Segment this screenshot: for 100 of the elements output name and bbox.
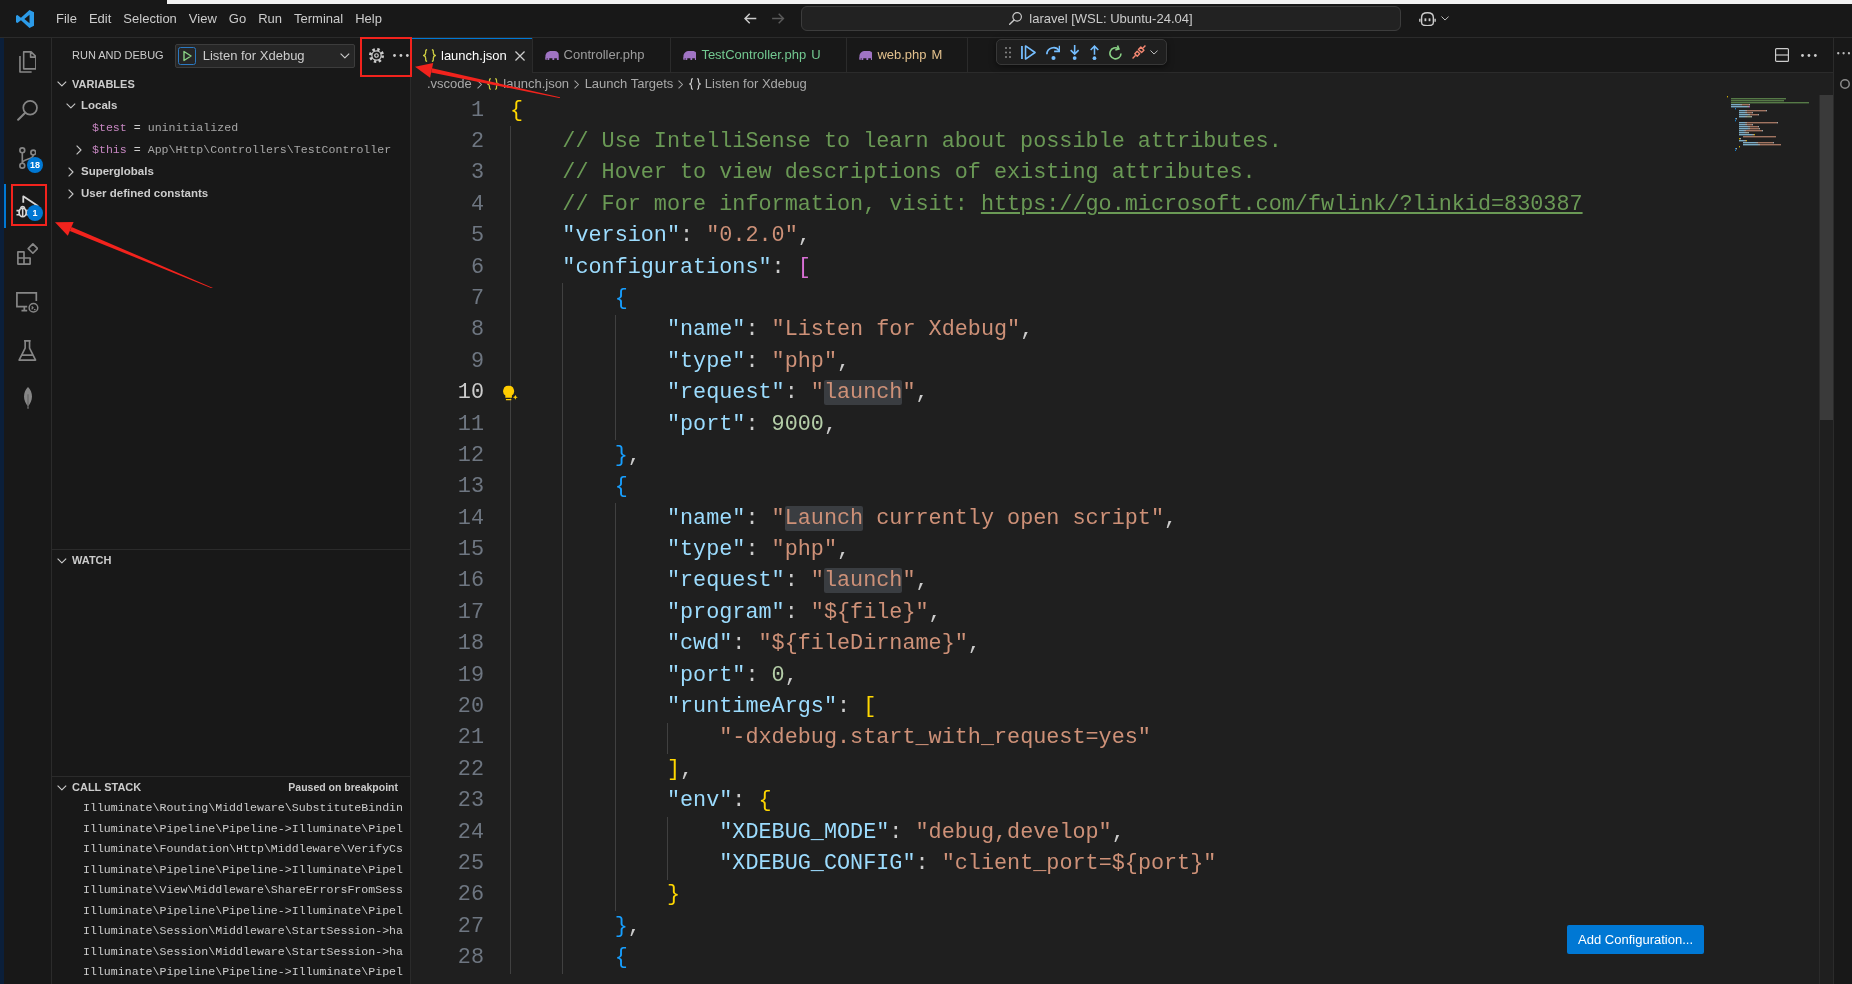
stack-frame[interactable]: Illuminate\Pipeline\Pipeline->Illuminate\Pipel bbox=[83, 862, 404, 877]
menu-item[interactable]: Go bbox=[222, 8, 253, 29]
robot-icon[interactable] bbox=[1418, 11, 1436, 26]
play-icon[interactable] bbox=[177, 46, 196, 65]
code-line: "request": "launch", bbox=[666, 380, 929, 407]
notification-count: 1 bbox=[27, 205, 43, 221]
chevron-icon bbox=[678, 79, 684, 89]
arrow-up-icon[interactable] bbox=[1089, 44, 1099, 60]
section-header[interactable]: WATCH bbox=[54, 552, 112, 569]
breadcrumb-item[interactable]: Launch Targets bbox=[584, 74, 674, 94]
code-line: "XDEBUG_MODE": "debug,develop", bbox=[719, 819, 1125, 846]
arrow-left-icon[interactable] bbox=[743, 13, 757, 24]
menu-item[interactable]: Edit bbox=[82, 8, 118, 29]
menu-item[interactable]: View bbox=[182, 8, 223, 29]
line-number: 5 bbox=[470, 223, 484, 250]
code-line: "port": 0, bbox=[666, 662, 798, 689]
arc-arrow-icon[interactable] bbox=[1046, 44, 1061, 60]
menu-item[interactable]: File bbox=[50, 8, 83, 29]
breadcrumb-item[interactable]: Listen for Xdebug bbox=[688, 74, 807, 94]
more-icon[interactable] bbox=[392, 54, 409, 57]
close-icon[interactable] bbox=[514, 50, 525, 61]
code-line: { bbox=[614, 474, 628, 501]
stack-frame[interactable]: Illuminate\Pipeline\Pipeline->Illuminate\Pipel bbox=[83, 821, 404, 836]
code-line: "type": "php", bbox=[666, 348, 851, 375]
gear-icon[interactable] bbox=[368, 48, 384, 63]
line-number: 20 bbox=[457, 694, 484, 721]
stack-frame[interactable]: Illuminate\View\Middleware\ShareErrorsFromSess bbox=[83, 883, 404, 898]
play-bar-icon[interactable] bbox=[1021, 44, 1036, 60]
plug-icon[interactable] bbox=[1131, 45, 1146, 59]
tree-item[interactable]: Locals bbox=[63, 97, 118, 115]
tree-item[interactable]: $this = App\Http\Controllers\TestController bbox=[71, 141, 392, 159]
line-number: 11 bbox=[457, 411, 484, 438]
line-number: 6 bbox=[470, 254, 484, 281]
code-line: "name": "Listen for Xdebug", bbox=[666, 317, 1034, 344]
flask-icon[interactable] bbox=[18, 339, 37, 361]
restart-icon[interactable] bbox=[1108, 44, 1122, 60]
scrollbar-thumb[interactable] bbox=[1820, 95, 1833, 420]
stack-frame[interactable]: Illuminate\Foundation\Http\Middleware\VerifyCs bbox=[83, 842, 404, 857]
minimap-drawing[interactable] bbox=[1727, 96, 1809, 152]
editor-tab[interactable]: launch.json bbox=[411, 38, 533, 73]
split-icon[interactable] bbox=[1775, 48, 1790, 62]
stack-frame[interactable]: Illuminate\Session\Middleware\StartSession->ha bbox=[83, 924, 404, 939]
line-number: 21 bbox=[457, 725, 484, 752]
line-number: 25 bbox=[457, 851, 484, 878]
arrow-down-icon[interactable] bbox=[1070, 44, 1080, 60]
active-indicator bbox=[4, 184, 6, 228]
monitor-icon[interactable] bbox=[16, 291, 39, 313]
code-line: }, bbox=[614, 442, 641, 470]
braces-icon bbox=[688, 78, 701, 90]
config-select[interactable]: Listen for Xdebug bbox=[202, 45, 350, 66]
indent-guide bbox=[666, 723, 668, 755]
line-number: 15 bbox=[457, 537, 484, 564]
line-number: 12 bbox=[457, 442, 484, 470]
ring-icon[interactable] bbox=[1840, 78, 1850, 89]
stack-frame[interactable]: Illuminate\Routing\Middleware\SubstituteBindin bbox=[83, 801, 404, 816]
caret-icon[interactable] bbox=[1440, 16, 1449, 21]
menu-item[interactable]: Help bbox=[349, 8, 388, 29]
stack-frame[interactable]: Illuminate\Pipeline\Pipeline->Illuminate\Pipel bbox=[83, 965, 404, 980]
code-line: { bbox=[614, 285, 628, 313]
line-number: 4 bbox=[470, 191, 484, 218]
lightbulb-icon[interactable] bbox=[503, 385, 518, 401]
section-header[interactable]: CALL STACK bbox=[54, 779, 142, 796]
menu-item[interactable]: Terminal bbox=[288, 8, 350, 29]
code-line: ], bbox=[666, 756, 694, 783]
stack-frame[interactable]: Illuminate\Pipeline\Pipeline->Illuminate\Pipel bbox=[83, 903, 404, 918]
gripper-icon[interactable] bbox=[1005, 46, 1011, 58]
add-configuration-button[interactable]: Add Configuration... bbox=[1567, 925, 1704, 954]
stack-frame[interactable]: Illuminate\Session\Middleware\StartSession->ha bbox=[83, 944, 404, 959]
code-line: // Use IntelliSense to learn about possible attributes. bbox=[562, 129, 1282, 156]
more-icon[interactable] bbox=[1801, 53, 1817, 57]
line-number: 17 bbox=[457, 599, 484, 626]
play-bug-icon[interactable] bbox=[16, 194, 39, 218]
line-number: 18 bbox=[457, 631, 484, 658]
editor-tab[interactable]: TestController.php U bbox=[670, 38, 847, 72]
elephant-icon bbox=[858, 50, 873, 60]
menu-item[interactable]: Run bbox=[252, 8, 288, 29]
breadcrumb-item[interactable]: launch.json bbox=[487, 74, 570, 94]
line-number: 1 bbox=[470, 97, 484, 124]
caret-icon[interactable] bbox=[1149, 49, 1158, 55]
search-field[interactable]: laravel [WSL: Ubuntu-24.04] bbox=[800, 6, 1401, 31]
editor-tab[interactable]: Controller.php bbox=[532, 38, 671, 72]
section-header[interactable]: VARIABLES bbox=[54, 75, 135, 93]
breadcrumb-item[interactable]: .vscode bbox=[427, 74, 472, 94]
line-number: 10 bbox=[457, 380, 484, 407]
tree-item[interactable]: Superglobals bbox=[63, 163, 154, 181]
elephant-icon bbox=[682, 50, 697, 60]
menu-item[interactable]: Selection bbox=[117, 8, 183, 29]
chevron-icon bbox=[574, 79, 580, 89]
files-icon[interactable] bbox=[18, 51, 37, 73]
code-line: "request": "launch", bbox=[666, 568, 929, 595]
link[interactable]: https://go.microsoft.com/fwlink/?linkid=830387 bbox=[980, 191, 1583, 217]
arrow-right-icon[interactable] bbox=[772, 13, 785, 24]
squares-icon[interactable] bbox=[16, 243, 39, 265]
app-logo bbox=[16, 9, 34, 28]
search-icon[interactable] bbox=[17, 99, 38, 121]
tree-item[interactable]: $test = uninitialized bbox=[71, 119, 239, 137]
more-icon[interactable] bbox=[1836, 52, 1850, 55]
tree-item[interactable]: User defined constants bbox=[63, 185, 209, 203]
leaf-icon[interactable] bbox=[23, 387, 32, 409]
editor-tab[interactable]: web.php M bbox=[846, 38, 969, 72]
